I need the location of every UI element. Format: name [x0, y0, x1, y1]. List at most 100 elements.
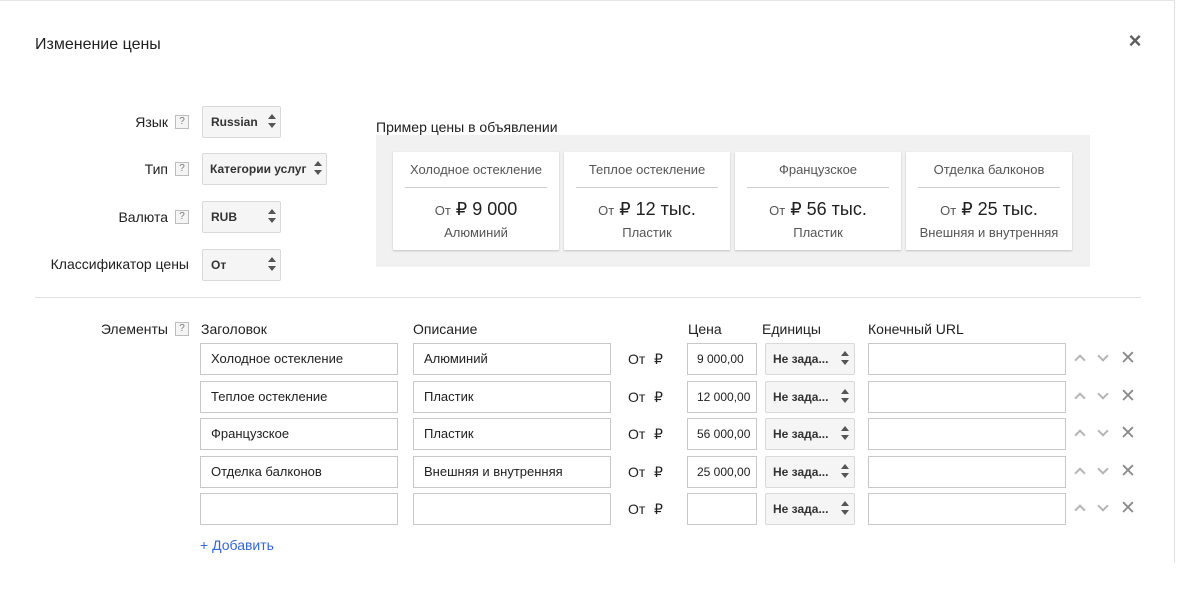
header-input[interactable]: Холодное остекление: [200, 343, 398, 375]
preview-card-header: Теплое остекление: [576, 162, 718, 188]
preview-card: Холодное остекление От ₽ 9 000 Алюминий: [393, 152, 559, 250]
currency-symbol: ₽: [654, 426, 663, 442]
select-arrows-icon: [268, 257, 276, 273]
column-header-final-url: Конечный URL: [868, 321, 964, 337]
select-arrows-icon: [841, 389, 849, 405]
header-input[interactable]: Теплое остекление: [200, 381, 398, 413]
header-input[interactable]: [200, 493, 398, 525]
final-url-input[interactable]: [868, 381, 1066, 413]
units-select-value: Не зада...: [773, 465, 829, 479]
preview-card-header: Французское: [747, 162, 889, 188]
price-input[interactable]: [687, 493, 757, 525]
chevron-down-icon[interactable]: [1096, 425, 1112, 442]
preview-title: Пример цены в объявлении: [376, 119, 558, 135]
currency-select-value: RUB: [211, 210, 237, 224]
preview-card-price-value: ₽ 25 тыс.: [961, 199, 1038, 219]
help-icon[interactable]: ?: [175, 210, 189, 224]
select-arrows-icon: [314, 161, 322, 177]
dialog-title: Изменение цены: [35, 36, 161, 53]
units-select[interactable]: Не зада...: [765, 456, 855, 488]
description-input[interactable]: Алюминий: [413, 343, 611, 375]
header-input[interactable]: Отделка балконов: [200, 456, 398, 488]
units-select[interactable]: Не зада...: [765, 381, 855, 413]
units-select-value: Не зада...: [773, 427, 829, 441]
language-select-value: Russian: [211, 115, 258, 129]
price-qualifier-select[interactable]: От: [202, 249, 281, 281]
price-input[interactable]: 9 000,00: [687, 343, 757, 375]
preview-card: Теплое остекление От ₽ 12 тыс. Пластик: [564, 152, 730, 250]
chevron-up-icon[interactable]: [1073, 389, 1089, 405]
final-url-input[interactable]: [868, 418, 1066, 450]
chevron-down-icon[interactable]: [1096, 463, 1112, 480]
preview-card-description: Внешняя и внутренняя: [919, 225, 1059, 240]
chevron-down-icon[interactable]: [1096, 500, 1112, 517]
select-arrows-icon: [841, 501, 849, 517]
from-label: От: [628, 389, 646, 405]
chevron-up-icon[interactable]: [1073, 464, 1089, 480]
type-select[interactable]: Категории услуг: [202, 153, 327, 185]
preview-card-price-value: ₽ 9 000: [455, 199, 518, 219]
delete-icon[interactable]: ✕: [1120, 499, 1136, 518]
final-url-input[interactable]: [868, 456, 1066, 488]
preview-card-price: От ₽ 12 тыс.: [564, 199, 730, 220]
description-input[interactable]: Пластик: [413, 381, 611, 413]
chevron-down-icon[interactable]: [1096, 350, 1112, 367]
header-input[interactable]: Французское: [200, 418, 398, 450]
currency-symbol: ₽: [654, 501, 663, 517]
preview-card-description: Пластик: [793, 225, 843, 240]
price-input[interactable]: 56 000,00: [687, 418, 757, 450]
column-header-price: Цена: [688, 321, 722, 337]
type-select-value: Категории услуг: [210, 162, 307, 176]
delete-icon[interactable]: ✕: [1120, 462, 1136, 481]
help-icon[interactable]: ?: [175, 322, 189, 336]
units-select[interactable]: Не зада...: [765, 418, 855, 450]
final-url-input[interactable]: [868, 343, 1066, 375]
chevron-down-icon[interactable]: [1096, 388, 1112, 405]
chevron-up-icon[interactable]: [1073, 501, 1089, 517]
units-select[interactable]: Не зада...: [765, 343, 855, 375]
preview-card-price: От ₽ 9 000: [393, 199, 559, 220]
price-input[interactable]: 25 000,00: [687, 456, 757, 488]
from-label: От: [628, 501, 646, 517]
language-label: Язык: [135, 114, 168, 130]
delete-icon[interactable]: ✕: [1120, 349, 1136, 368]
currency-select[interactable]: RUB: [202, 201, 281, 233]
final-url-input[interactable]: [868, 493, 1066, 525]
type-label: Тип: [144, 161, 168, 177]
price-qualifier-label: Классификатор цены: [50, 256, 189, 272]
preview-card-from: От: [769, 203, 786, 218]
description-input[interactable]: [413, 493, 611, 525]
price-input[interactable]: 12 000,00: [687, 381, 757, 413]
description-input[interactable]: Пластик: [413, 418, 611, 450]
elements-label: Элементы: [100, 321, 168, 337]
chevron-up-icon[interactable]: [1073, 351, 1089, 367]
help-icon[interactable]: ?: [175, 162, 189, 176]
description-input[interactable]: Внешняя и внутренняя: [413, 456, 611, 488]
section-divider: [35, 297, 1141, 298]
preview-card-from: От: [598, 203, 615, 218]
add-element-link[interactable]: + Добавить: [200, 537, 274, 553]
from-label: От: [628, 351, 646, 367]
currency-symbol: ₽: [654, 389, 663, 405]
from-label: От: [628, 464, 646, 480]
select-arrows-icon: [268, 114, 276, 130]
delete-icon[interactable]: ✕: [1120, 387, 1136, 406]
column-header-units: Единицы: [762, 321, 821, 337]
preview-card-price: От ₽ 25 тыс.: [906, 199, 1072, 220]
preview-card-header: Холодное остекление: [405, 162, 547, 188]
price-edit-dialog: Изменение цены × Язык ? Russian Тип ? Ка…: [0, 0, 1175, 563]
select-arrows-icon: [841, 426, 849, 442]
help-icon[interactable]: ?: [175, 115, 189, 129]
currency-label: Валюта: [118, 209, 168, 225]
preview-card-description: Алюминий: [444, 225, 508, 240]
preview-card-price: От ₽ 56 тыс.: [735, 199, 901, 220]
column-header-title: Заголовок: [201, 321, 267, 337]
units-select[interactable]: Не зада...: [765, 493, 855, 525]
close-icon[interactable]: ×: [1124, 29, 1146, 53]
select-arrows-icon: [841, 351, 849, 367]
language-select[interactable]: Russian: [202, 106, 281, 138]
chevron-up-icon[interactable]: [1073, 426, 1089, 442]
delete-icon[interactable]: ✕: [1120, 424, 1136, 443]
preview-card-from: От: [940, 203, 957, 218]
preview-card: Французское От ₽ 56 тыс. Пластик: [735, 152, 901, 250]
